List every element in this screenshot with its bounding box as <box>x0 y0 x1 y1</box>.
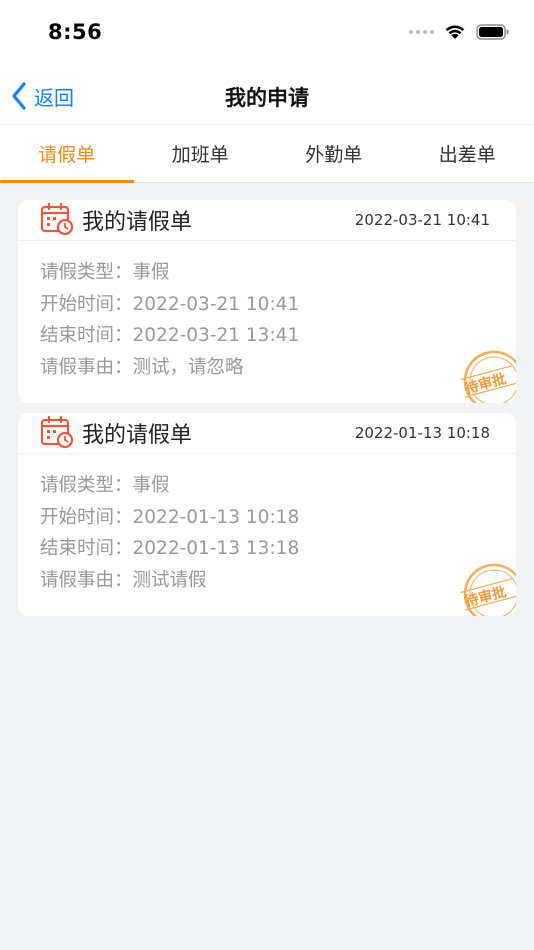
field-label: 开始时间： <box>40 506 133 528</box>
card-timestamp: 2022-03-21 10:41 <box>354 211 490 229</box>
calendar-clock-icon <box>40 202 74 236</box>
application-list: 我的请假单 2022-03-21 10:41 请假类型：事假 开始时间：2022… <box>18 200 516 626</box>
screen: 8:56 返回 我的申请 请假单 加班单 外勤单 出差单 我的请假单 2022-… <box>0 0 534 950</box>
battery-icon <box>476 24 509 40</box>
page-title: 我的申请 <box>225 86 309 110</box>
field-label: 开始时间： <box>40 293 133 315</box>
card-body: 请假类型：事假 开始时间：2022-01-13 10:18 结束时间：2022-… <box>18 454 516 596</box>
card-title: 我的请假单 <box>82 210 193 235</box>
tab-leave[interactable]: 请假单 <box>0 125 134 183</box>
start-time-row: 开始时间：2022-03-21 10:41 <box>40 289 516 321</box>
leave-application-card[interactable]: 我的请假单 2022-01-13 10:18 请假类型：事假 开始时间：2022… <box>18 413 516 616</box>
field-label: 请假事由： <box>40 356 133 378</box>
field-label: 请假类型： <box>40 262 133 283</box>
field-label: 请假类型： <box>40 475 133 496</box>
calendar-clock-icon <box>40 415 74 449</box>
field-label: 请假事由： <box>40 569 133 591</box>
field-value: 事假 <box>132 262 170 283</box>
tab-business-trip[interactable]: 出差单 <box>401 125 534 182</box>
tab-bar: 请假单 加班单 外勤单 出差单 <box>0 125 534 183</box>
card-title: 我的请假单 <box>82 423 193 448</box>
card-header: 我的请假单 2022-01-13 10:18 <box>18 413 516 454</box>
field-value: 2022-03-21 10:41 <box>132 293 300 315</box>
end-time-row: 结束时间：2022-01-13 13:18 <box>40 533 516 565</box>
field-value: 事假 <box>132 475 170 496</box>
reason-row: 请假事由：测试，请忽略 <box>40 352 516 384</box>
card-timestamp: 2022-01-13 10:18 <box>354 424 490 442</box>
field-value: 测试请假 <box>132 569 207 591</box>
pending-approval-stamp: 待审批 <box>460 563 516 616</box>
card-body: 请假类型：事假 开始时间：2022-03-21 10:41 结束时间：2022-… <box>18 241 516 383</box>
wifi-icon <box>445 25 465 39</box>
field-value: 2022-01-13 10:18 <box>132 506 300 528</box>
field-value: 测试，请忽略 <box>132 356 244 378</box>
leave-type-row: 请假类型：事假 <box>40 257 516 289</box>
end-time-row: 结束时间：2022-03-21 13:41 <box>40 320 516 352</box>
signal-icon <box>409 30 434 34</box>
field-label: 结束时间： <box>40 538 133 559</box>
field-value: 2022-01-13 13:18 <box>132 538 300 559</box>
stamp-text: 待审批 <box>463 583 508 610</box>
nav-bar: 返回 我的申请 <box>0 68 534 125</box>
tab-overtime[interactable]: 加班单 <box>134 125 268 182</box>
leave-application-card[interactable]: 我的请假单 2022-03-21 10:41 请假类型：事假 开始时间：2022… <box>18 200 516 403</box>
status-time: 8:56 <box>48 20 103 44</box>
start-time-row: 开始时间：2022-01-13 10:18 <box>40 502 516 534</box>
stamp-text: 待审批 <box>463 370 508 397</box>
field-label: 结束时间： <box>40 325 133 346</box>
card-header: 我的请假单 2022-03-21 10:41 <box>18 200 516 241</box>
leave-type-row: 请假类型：事假 <box>40 470 516 502</box>
field-value: 2022-03-21 13:41 <box>132 325 300 346</box>
status-icons <box>409 24 510 40</box>
tab-field-work[interactable]: 外勤单 <box>267 125 401 182</box>
reason-row: 请假事由：测试请假 <box>40 565 516 597</box>
pending-approval-stamp: 待审批 <box>460 350 516 403</box>
status-bar: 8:56 <box>0 0 534 68</box>
